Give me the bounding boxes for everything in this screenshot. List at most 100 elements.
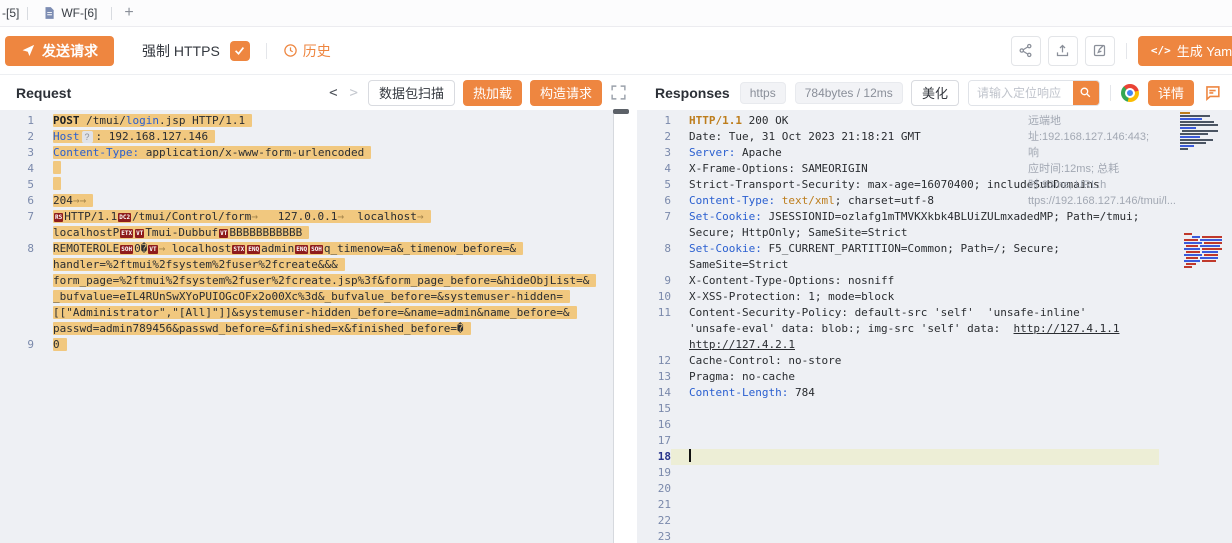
request-title: Request <box>16 85 71 101</box>
hot-reload-button[interactable]: 热加载 <box>463 80 522 106</box>
line-number: 5 <box>637 177 671 193</box>
line-number: 9 <box>0 337 34 353</box>
code-line[interactable]: 18 <box>637 449 1232 465</box>
code-line[interactable]: 5 <box>0 177 613 193</box>
line-number: 7 <box>0 209 34 225</box>
request-header: Request < > 数据包扫描 热加载 构造请求 <box>0 75 637 110</box>
export-button[interactable] <box>1048 36 1078 66</box>
code-line[interactable]: 9X-Content-Type-Options: nosniff <box>637 273 1232 289</box>
code-line[interactable]: 17 <box>637 433 1232 449</box>
code-line[interactable]: 4 <box>0 161 613 177</box>
new-tab-button[interactable]: + <box>112 5 145 21</box>
code-line[interactable]: _bufvalue=eIL4RUnSwXYoPUIOGcOFx2o00Xc%3d… <box>0 289 613 305</box>
request-scrollbar-thumb[interactable] <box>613 109 629 114</box>
edit-button[interactable] <box>1085 36 1115 66</box>
detail-button[interactable]: 详情 <box>1148 80 1194 106</box>
protocol-badge: https <box>740 82 786 104</box>
tab-partial[interactable]: -[5] <box>0 6 27 20</box>
toolbar-divider <box>266 43 267 59</box>
line-number: 4 <box>0 161 34 177</box>
response-header: Responses https 784bytes / 12ms 美化 详情 <box>637 75 1232 110</box>
code-line[interactable]: 'unsafe-eval' data: blob:; img-src 'self… <box>637 321 1232 337</box>
send-request-button[interactable]: 发送请求 <box>5 36 114 66</box>
line-number: 3 <box>637 145 671 161</box>
code-line[interactable]: 6204→→ <box>0 193 613 209</box>
code-line[interactable]: SameSite=Strict <box>637 257 1232 273</box>
chrome-icon[interactable] <box>1121 84 1139 102</box>
line-number: 4 <box>637 161 671 177</box>
share-icon <box>1018 43 1033 58</box>
code-line[interactable]: 14Content-Length: 784 <box>637 385 1232 401</box>
packet-scan-button[interactable]: 数据包扫描 <box>368 80 455 106</box>
force-https-checkbox[interactable] <box>230 41 250 61</box>
line-number: 21 <box>637 497 671 513</box>
line-number: 6 <box>637 193 671 209</box>
construct-request-button[interactable]: 构造请求 <box>530 80 602 106</box>
response-meta-info: 远端地址:192.168.127.146:443; 响应时间:12ms; 总耗时… <box>1028 113 1162 209</box>
response-minimap[interactable] <box>1180 110 1230 540</box>
code-line[interactable]: 12Cache-Control: no-store <box>637 353 1232 369</box>
check-icon <box>233 44 246 57</box>
code-line[interactable]: [["Administrator","[All]"]]&systemuser-h… <box>0 305 613 321</box>
code-line[interactable]: 7RSHTTP/1.1DC2/tmui/Control/form→ 127.0.… <box>0 209 613 225</box>
line-number <box>0 273 34 289</box>
code-line[interactable]: 20 <box>637 481 1232 497</box>
code-line[interactable]: 19 <box>637 465 1232 481</box>
code-line[interactable]: 21 <box>637 497 1232 513</box>
code-line[interactable]: 13Pragma: no-cache <box>637 369 1232 385</box>
line-number: 2 <box>0 129 34 145</box>
code-line[interactable]: 2Host?: 192.168.127.146 <box>0 129 613 145</box>
response-title: Responses <box>655 85 730 101</box>
header-divider <box>1110 85 1111 101</box>
line-number: 8 <box>637 241 671 257</box>
code-line[interactable]: form_page=%2ftmui%2fsystem%2fuser%2fcrea… <box>0 273 613 289</box>
code-line[interactable]: 8REMOTEROLESOH0�VT→ localhostSTXENQadmin… <box>0 241 613 257</box>
line-number: 6 <box>0 193 34 209</box>
code-line[interactable]: 7Set-Cookie: JSESSIONID=ozlafg1mTMVKXkbk… <box>637 209 1232 225</box>
code-line[interactable]: 1POST /tmui/login.jsp HTTP/1.1 <box>0 113 613 129</box>
line-number <box>0 321 34 337</box>
line-number: 9 <box>637 273 671 289</box>
code-line[interactable]: 15 <box>637 401 1232 417</box>
share-button[interactable] <box>1011 36 1041 66</box>
line-number <box>637 257 671 273</box>
search-input[interactable] <box>969 81 1073 105</box>
beautify-button[interactable]: 美化 <box>911 80 959 106</box>
code-line[interactable]: 10X-XSS-Protection: 1; mode=block <box>637 289 1232 305</box>
fullscreen-icon[interactable] <box>610 84 627 101</box>
line-number: 3 <box>0 145 34 161</box>
toolbar-divider <box>1126 43 1127 59</box>
code-line[interactable]: 22 <box>637 513 1232 529</box>
line-number <box>0 257 34 273</box>
line-number: 18 <box>637 449 671 465</box>
line-number: 17 <box>637 433 671 449</box>
code-line[interactable]: passwd=admin789456&passwd_before=&finish… <box>0 321 613 337</box>
code-line[interactable]: Secure; HttpOnly; SameSite=Strict <box>637 225 1232 241</box>
line-number: 14 <box>637 385 671 401</box>
line-number: 11 <box>637 305 671 321</box>
code-line[interactable]: http://127.4.2.1 <box>637 337 1232 353</box>
code-line[interactable]: 16 <box>637 417 1232 433</box>
line-number: 2 <box>637 129 671 145</box>
comment-icon[interactable] <box>1203 83 1222 102</box>
search-button[interactable] <box>1073 80 1099 106</box>
code-line[interactable]: 90 <box>0 337 613 353</box>
tab-bar: -[5] WF-[6] + <box>0 0 1232 27</box>
tab-active[interactable]: WF-[6] <box>28 0 111 26</box>
line-number <box>0 289 34 305</box>
size-time-badge: 784bytes / 12ms <box>795 82 903 104</box>
request-editor[interactable]: 1POST /tmui/login.jsp HTTP/1.12Host?: 19… <box>0 110 614 543</box>
history-button[interactable]: 历史 <box>283 41 331 61</box>
line-number: 8 <box>0 241 34 257</box>
generate-yaml-button[interactable]: </> 生成 Yaml <box>1138 36 1232 66</box>
code-line[interactable]: localhostPETXVTTmui-DubbufVTBBBBBBBBBBB <box>0 225 613 241</box>
history-next-button[interactable]: > <box>348 85 360 101</box>
code-line[interactable]: 23 <box>637 529 1232 543</box>
code-line[interactable]: 8Set-Cookie: F5_CURRENT_PARTITION=Common… <box>637 241 1232 257</box>
code-line[interactable]: 3Content-Type: application/x-www-form-ur… <box>0 145 613 161</box>
line-number <box>0 305 34 321</box>
code-line[interactable]: handler=%2ftmui%2fsystem%2fuser%2fcreate… <box>0 257 613 273</box>
line-number: 1 <box>0 113 34 129</box>
history-prev-button[interactable]: < <box>327 85 339 101</box>
code-line[interactable]: 11Content-Security-Policy: default-src '… <box>637 305 1232 321</box>
